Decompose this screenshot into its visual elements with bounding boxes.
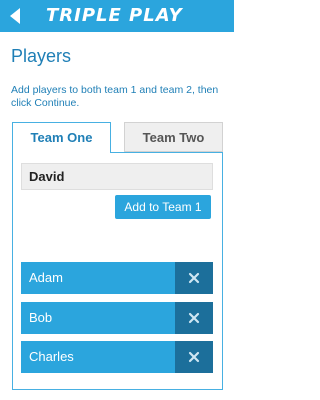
- close-icon: [188, 312, 200, 324]
- tab-team-one[interactable]: Team One: [12, 122, 111, 153]
- player-name: Bob: [29, 310, 53, 325]
- back-arrow-icon[interactable]: [6, 6, 26, 26]
- close-icon: [188, 351, 200, 363]
- player-name: Charles: [29, 349, 74, 364]
- remove-player-button[interactable]: [175, 302, 213, 334]
- list-item: Charles: [21, 341, 213, 373]
- instructions-text: Add players to both team 1 and team 2, t…: [11, 84, 219, 109]
- list-item: Adam: [21, 262, 213, 294]
- app-bar: TRIPLE PLAY: [0, 0, 234, 32]
- close-icon: [188, 272, 200, 284]
- app-title: TRIPLE PLAY: [46, 5, 183, 26]
- remove-player-button[interactable]: [175, 341, 213, 373]
- remove-player-button[interactable]: [175, 262, 213, 294]
- player-name: Adam: [29, 270, 63, 285]
- list-item: Bob: [21, 302, 213, 334]
- player-name-input[interactable]: David: [21, 163, 213, 190]
- tab-team-two[interactable]: Team Two: [124, 122, 223, 152]
- add-to-team-button[interactable]: Add to Team 1: [115, 195, 211, 219]
- page-title: Players: [11, 46, 72, 66]
